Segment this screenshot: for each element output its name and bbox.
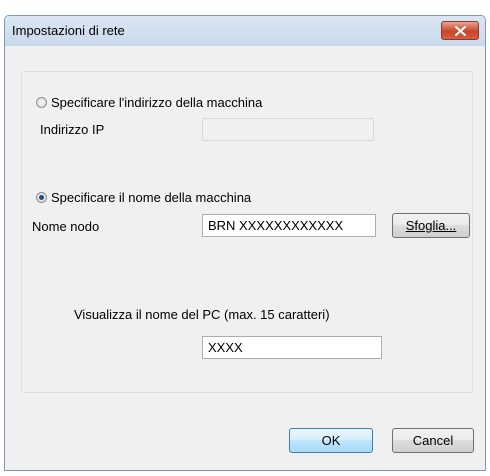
radio-name-label: Specificare il nome della macchina: [51, 190, 252, 205]
pc-name-label: Visualizza il nome del PC (max. 15 carat…: [74, 307, 330, 322]
close-button[interactable]: [441, 21, 479, 40]
browse-button-label: Sfoglia...: [405, 218, 457, 233]
close-icon: [455, 26, 466, 36]
ip-address-field[interactable]: [202, 118, 374, 141]
pc-name-field[interactable]: XXXX: [202, 336, 382, 359]
radio-address-indicator[interactable]: [36, 97, 47, 108]
radio-specify-address[interactable]: Specificare l'indirizzo della macchina: [36, 95, 262, 110]
cancel-button[interactable]: Cancel: [392, 428, 474, 453]
dialog-body: Specificare l'indirizzo della macchina I…: [5, 46, 485, 470]
ok-button[interactable]: OK: [289, 428, 373, 453]
browse-button[interactable]: Sfoglia...: [392, 213, 470, 238]
radio-address-label: Specificare l'indirizzo della macchina: [51, 95, 263, 110]
radio-specify-name[interactable]: Specificare il nome della macchina: [36, 190, 251, 205]
dialog-title: Impostazioni di rete: [12, 23, 125, 38]
network-settings-dialog: Impostazioni di rete Specificare l'indir…: [4, 15, 486, 471]
node-name-label: Nome nodo: [32, 219, 100, 234]
node-name-field[interactable]: BRN XXXXXXXXXXXX: [202, 214, 376, 237]
ip-address-label: Indirizzo IP: [40, 122, 105, 137]
radio-name-indicator[interactable]: [36, 192, 47, 203]
settings-group: Specificare l'indirizzo della macchina I…: [21, 71, 473, 393]
title-bar[interactable]: Impostazioni di rete: [5, 16, 485, 46]
